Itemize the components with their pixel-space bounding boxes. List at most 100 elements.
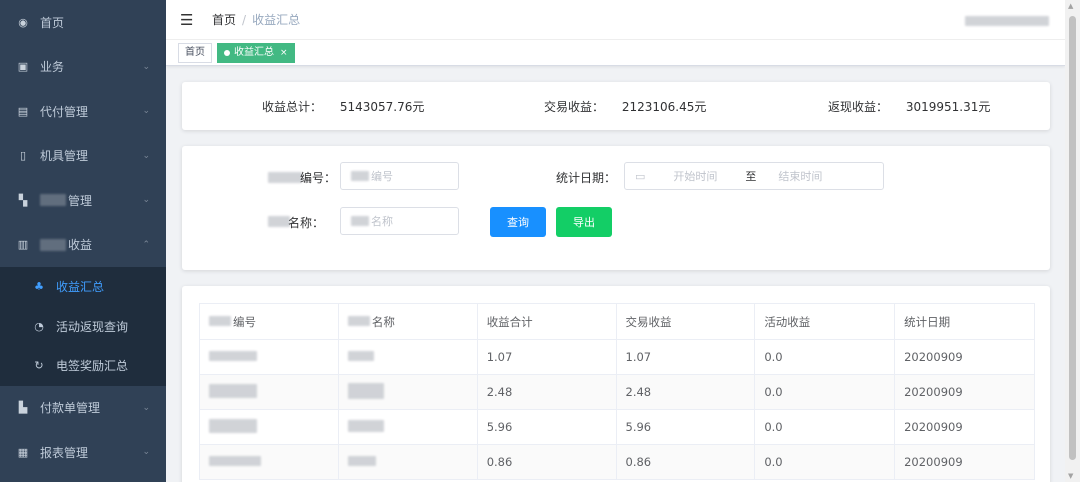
cell-name — [337, 409, 478, 445]
cell-number — [199, 374, 339, 410]
redacted-text — [40, 238, 66, 251]
refund-icon: ◔ — [34, 319, 44, 333]
sidebar-item-earnings[interactable]: ▥ 收益 ⌃ — [0, 223, 166, 268]
sidebar-item-payment-agent[interactable]: ▤ 代付管理 ⌄ — [0, 89, 166, 134]
chevron-up-icon: ⌃ — [142, 239, 150, 250]
sidebar-item-reward-summary[interactable]: ↻ 电签奖励汇总 — [0, 346, 166, 386]
cell-name — [337, 444, 478, 480]
dashboard-icon: ◉ — [18, 15, 28, 29]
sidebar-item-label: 首页 — [40, 15, 65, 30]
number-input[interactable]: 编号 — [340, 162, 459, 190]
sidebar-item-payment-orders[interactable]: ▙ 付款单管理 ⌄ — [0, 386, 166, 431]
cell-total: 1.07 — [476, 339, 617, 375]
cell-date: 20200909 — [894, 374, 1035, 410]
table-icon: ▤ — [17, 104, 29, 118]
sidebar-item-label: 业务 — [40, 60, 65, 75]
sidebar-item-management[interactable]: ▚ 管理 ⌄ — [0, 178, 166, 223]
column-header-activity[interactable]: 活动收益 — [754, 303, 896, 340]
summary-cashback-value: 3019951.31元 — [905, 100, 991, 114]
date-end-placeholder: 结束时间 — [778, 170, 823, 183]
user-menu[interactable] — [965, 16, 1049, 26]
sidebar: ◉ 首页 ▣ 业务 ⌄ ▤ 代付管理 ⌄ ▯ 机具管理 ⌄ ▚ 管理 ⌄ ▥ 收… — [0, 0, 166, 482]
sidebar-item-label: 代付管理 — [40, 104, 89, 119]
hamburger-icon[interactable]: ☰ — [180, 11, 196, 29]
cell-date: 20200909 — [894, 339, 1035, 375]
page-scrollbar[interactable]: ▲ ▼ — [1065, 0, 1080, 482]
chevron-down-icon: ⌄ — [142, 447, 150, 458]
cell-trade: 0.86 — [615, 444, 756, 480]
cell-trade: 5.96 — [615, 409, 756, 445]
summary-cashback-label: 返现收益： — [828, 100, 889, 114]
sidebar-item-earnings-summary[interactable]: ♣ 收益汇总 — [0, 267, 166, 307]
report-icon: ▦ — [17, 445, 29, 459]
table-row[interactable]: 2.48 2.48 0.0 20200909 — [199, 374, 1035, 410]
summary-card: 收益总计： 5143057.76元 交易收益： 2123106.45元 返现收益… — [182, 82, 1050, 130]
column-header-total[interactable]: 收益合计 — [476, 303, 617, 340]
scrollbar-thumb[interactable] — [1069, 16, 1076, 460]
chevron-down-icon: ⌄ — [142, 61, 150, 72]
summary-total: 收益总计： 5143057.76元 — [262, 98, 424, 115]
close-icon[interactable]: × — [280, 44, 288, 62]
active-dot-icon — [224, 49, 230, 56]
cell-total: 5.96 — [476, 409, 617, 445]
summary-cashback: 返现收益： 3019951.31元 — [828, 98, 990, 115]
summary-total-label: 收益总计： — [262, 100, 323, 114]
redacted-text — [268, 216, 290, 227]
sidebar-item-label: 付款单管理 — [40, 401, 101, 416]
redacted-text — [209, 456, 261, 466]
date-separator: 至 — [745, 170, 757, 183]
table-row[interactable]: 5.96 5.96 0.0 20200909 — [199, 409, 1035, 445]
table-row[interactable]: 0.86 0.86 0.0 20200909 — [199, 444, 1035, 480]
breadcrumb-current: 收益汇总 — [252, 13, 301, 27]
submenu-earnings: ♣ 收益汇总 ◔ 活动返现查询 ↻ 电签奖励汇总 — [0, 267, 166, 386]
sidebar-item-cashback-query[interactable]: ◔ 活动返现查询 — [0, 307, 166, 347]
cell-number — [199, 409, 339, 445]
cell-name — [337, 339, 478, 375]
summary-total-value: 5143057.76元 — [339, 100, 425, 114]
sidebar-item-label: 管理 — [68, 193, 93, 208]
redacted-text — [209, 383, 257, 398]
chevron-down-icon: ⌄ — [142, 150, 150, 161]
redacted-text — [268, 172, 302, 183]
sidebar-item-business[interactable]: ▣ 业务 ⌄ — [0, 45, 166, 90]
chevron-down-icon: ⌄ — [142, 195, 150, 206]
redacted-text — [347, 315, 370, 326]
date-start-placeholder: 开始时间 — [673, 170, 718, 183]
summary-trade-label: 交易收益： — [544, 100, 605, 114]
document-icon: ▚ — [18, 193, 28, 207]
cell-number — [199, 444, 339, 480]
table-card: 编号 名称 收益合计 交易收益 活动收益 统计日期 1.07 1.07 0.0 … — [182, 286, 1050, 482]
column-header-date[interactable]: 统计日期 — [894, 303, 1035, 340]
redacted-text — [347, 382, 384, 399]
sidebar-item-devices[interactable]: ▯ 机具管理 ⌄ — [0, 134, 166, 179]
redacted-text — [209, 418, 257, 433]
scroll-up-icon[interactable]: ▲ — [1068, 2, 1073, 10]
number-input-placeholder: 编号 — [371, 170, 393, 183]
date-range-picker[interactable]: ▭ 开始时间 至 结束时间 — [624, 162, 884, 190]
calendar-icon: ▭ — [635, 169, 646, 183]
export-button[interactable]: 导出 — [556, 207, 612, 237]
sidebar-item-reports[interactable]: ▦ 报表管理 ⌄ — [0, 430, 166, 475]
scroll-down-icon[interactable]: ▼ — [1068, 472, 1073, 480]
column-header-trade[interactable]: 交易收益 — [615, 303, 756, 340]
navbar: ☰ 首页 / 收益汇总 — [166, 0, 1065, 40]
cell-trade: 1.07 — [615, 339, 756, 375]
name-input[interactable]: 名称 — [340, 207, 459, 235]
table-row[interactable]: 1.07 1.07 0.0 20200909 — [199, 339, 1035, 375]
earnings-table: 编号 名称 收益合计 交易收益 活动收益 统计日期 1.07 1.07 0.0 … — [199, 303, 1035, 480]
breadcrumb-home[interactable]: 首页 — [212, 11, 236, 28]
tag-earnings-summary[interactable]: 收益汇总 × — [217, 42, 295, 63]
money-icon: ♣ — [34, 280, 44, 294]
cell-total: 2.48 — [476, 374, 617, 410]
sidebar-item-home[interactable]: ◉ 首页 — [0, 0, 166, 45]
cell-activity: 0.0 — [754, 409, 896, 445]
number-label: 编号： — [300, 171, 337, 185]
column-header-number[interactable]: 编号 — [199, 303, 339, 340]
query-button[interactable]: 查询 — [490, 207, 546, 237]
redacted-text — [209, 351, 257, 361]
redacted-text — [351, 216, 369, 226]
tag-home[interactable]: 首页 — [178, 42, 212, 63]
sidebar-item-label: 机具管理 — [40, 149, 89, 164]
summary-trade: 交易收益： 2123106.45元 — [544, 98, 706, 115]
column-header-name[interactable]: 名称 — [337, 303, 478, 340]
